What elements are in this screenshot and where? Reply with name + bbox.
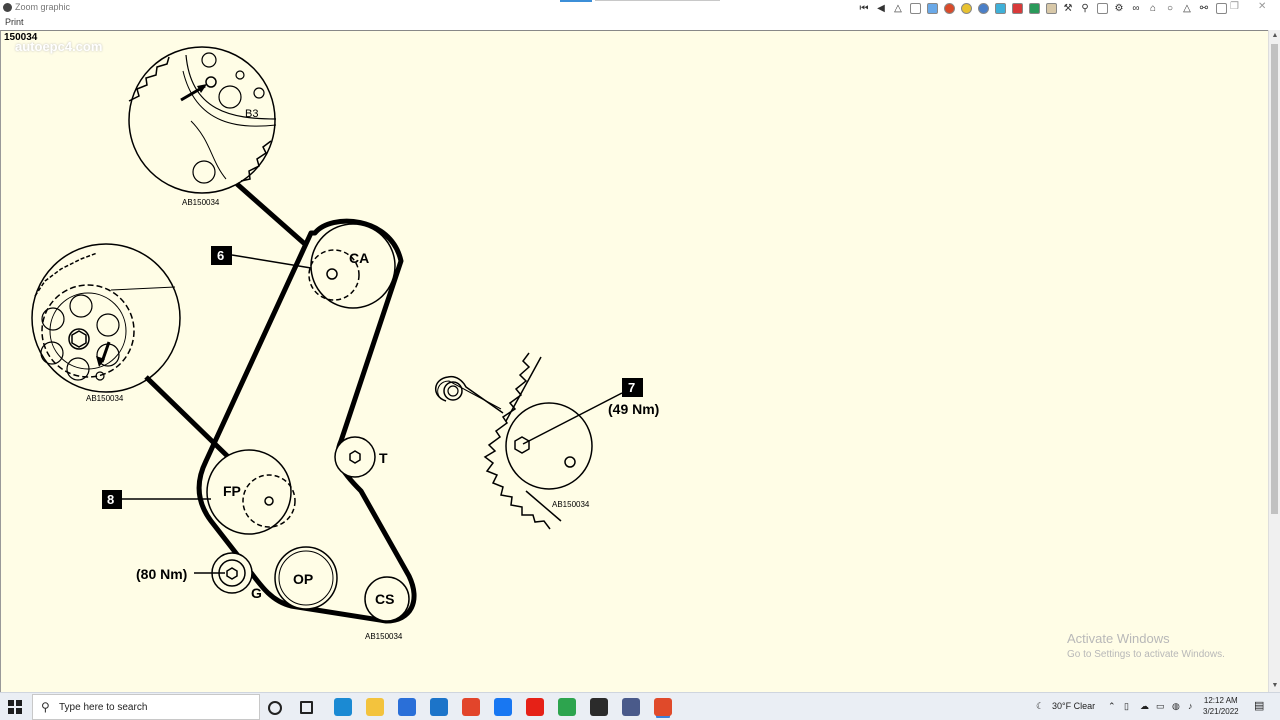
taskbar-edge-icon[interactable] — [334, 698, 352, 716]
label-b3: B3 — [245, 108, 258, 120]
cortana-icon[interactable] — [268, 701, 282, 715]
camshaft-detail-inset: B3 — [128, 46, 308, 247]
first-page-icon[interactable]: ⏮ — [856, 0, 872, 16]
search-icon: ⚲ — [41, 700, 50, 714]
flag-icon[interactable] — [1009, 0, 1025, 16]
callout-8: 8 — [102, 490, 211, 509]
label-g: G — [251, 585, 262, 601]
timing-belt-diagram: B3 CA 6 T FP 8 G (80 Nm) OP CS 7 (49 Nm)… — [31, 46, 659, 641]
clock-date: 3/21/2022 — [1203, 707, 1239, 716]
tab-strip-line — [595, 0, 720, 1]
clock-time: 12:12 AM — [1203, 696, 1238, 705]
wrench-icon[interactable]: ⚒ — [1060, 0, 1076, 16]
menu-bar: Print — [0, 16, 1280, 30]
start-windows-icon[interactable] — [8, 700, 22, 714]
label-t: T — [379, 450, 388, 466]
link-icon[interactable]: ⚯ — [1196, 0, 1212, 16]
clock[interactable]: 12:12 AM 3/21/2022 — [1203, 695, 1239, 717]
list-icon[interactable] — [1043, 0, 1059, 16]
print-icon[interactable] — [1213, 0, 1229, 16]
fuel-pump-pulley: FP — [206, 449, 296, 535]
torque-g: (80 Nm) — [136, 566, 187, 582]
search-placeholder: Type here to search — [59, 702, 148, 713]
tray-chevron-icon[interactable]: ⌃ — [1108, 701, 1116, 712]
taskbar-epc-app-icon[interactable] — [654, 698, 672, 716]
scroll-up-arrow-icon[interactable]: ▲ — [1270, 31, 1280, 41]
app-icon — [3, 3, 12, 12]
idler-g: G (80 Nm) — [136, 552, 262, 601]
weather-text[interactable]: 30°F Clear — [1052, 701, 1095, 711]
globe-icon[interactable] — [941, 0, 957, 16]
previous-icon[interactable]: ◀ — [873, 0, 889, 16]
title-bar: Zoom graphic ⏮ ◀ △ ⚒ ⚲ ⚙ ∞ ⌂ ○ △ ⚯ ❐ ✕ — [0, 0, 1280, 16]
oil-pump-pulley: OP — [274, 546, 338, 610]
taskbar-facebook-icon[interactable] — [494, 698, 512, 716]
window-title: Zoom graphic — [15, 2, 71, 12]
network-icon[interactable]: ◍ — [1172, 701, 1180, 712]
warning-icon[interactable]: △ — [890, 0, 906, 16]
volume-icon[interactable]: ♪ — [1188, 701, 1193, 711]
scroll-down-arrow-icon[interactable]: ▼ — [1270, 681, 1280, 691]
label-fp: FP — [223, 483, 241, 499]
tray-display-icon[interactable]: ▭ — [1156, 701, 1165, 712]
ref-code-right: AB150034 — [552, 500, 590, 509]
tray-device-icon[interactable]: ▯ — [1124, 701, 1129, 712]
task-view-icon[interactable] — [300, 701, 313, 714]
toolbar: ⏮ ◀ △ ⚒ ⚲ ⚙ ∞ ⌂ ○ △ ⚯ — [856, 0, 1229, 17]
menu-print[interactable]: Print — [5, 17, 24, 27]
active-tab-indicator — [560, 0, 592, 2]
scroll-thumb[interactable] — [1271, 44, 1278, 514]
ref-code-top: AB150034 — [182, 198, 220, 207]
map-icon[interactable] — [924, 0, 940, 16]
gauge-icon[interactable] — [992, 0, 1008, 16]
document-icon[interactable] — [907, 0, 923, 16]
taskbar-terminal-icon[interactable] — [590, 698, 608, 716]
close-icon[interactable]: ✕ — [1258, 1, 1266, 12]
settings-icon[interactable] — [958, 0, 974, 16]
crankshaft-detail-inset — [31, 243, 253, 481]
tensioner-t: T — [334, 436, 388, 478]
taskbar-office-icon[interactable] — [462, 698, 480, 716]
weather-icon: ☾ — [1036, 701, 1045, 711]
taskbar-youtube-icon[interactable] — [526, 698, 544, 716]
book-icon[interactable] — [1026, 0, 1042, 16]
car-icon[interactable]: ⌂ — [1145, 0, 1161, 16]
filter-icon[interactable]: ⚲ — [1077, 0, 1093, 16]
notification-icon[interactable]: ▤ — [1254, 699, 1264, 712]
ref-code-left: AB150034 — [86, 394, 124, 403]
taskbar-search[interactable]: ⚲ Type here to search — [32, 694, 260, 720]
taskbar-mail-icon[interactable] — [430, 698, 448, 716]
graphic-viewer: 150034 autoepc4.com B3 CA 6 T FP 8 G (80… — [0, 30, 1268, 692]
chain-icon[interactable]: ∞ — [1128, 0, 1144, 16]
bulb-icon[interactable]: ○ — [1162, 0, 1178, 16]
label-cs: CS — [375, 591, 394, 607]
tools-icon[interactable]: ⚙ — [1111, 0, 1127, 16]
activate-subtitle: Go to Settings to activate Windows. — [1067, 649, 1225, 660]
crankshaft-pulley: CS — [364, 576, 410, 622]
activate-title: Activate Windows — [1067, 631, 1170, 646]
vertical-scrollbar[interactable]: ▲ ▼ — [1268, 30, 1280, 692]
camshaft-pulley: CA — [308, 223, 396, 309]
taskbar-app-globe-icon[interactable] — [622, 698, 640, 716]
restore-icon[interactable]: ❐ — [1230, 1, 1239, 12]
clock-icon[interactable] — [975, 0, 991, 16]
tray-onedrive-icon[interactable]: ☁ — [1140, 701, 1149, 712]
taskbar-file-explorer-icon[interactable] — [366, 698, 384, 716]
label-ca: CA — [349, 250, 369, 266]
tensioner-detail: 7 (49 Nm) — [435, 352, 659, 530]
label-op: OP — [293, 571, 313, 587]
callout-8-label: 8 — [107, 492, 114, 507]
alert-icon[interactable]: △ — [1179, 0, 1195, 16]
callout-6-label: 6 — [217, 248, 224, 263]
taskbar-chrome-icon[interactable] — [558, 698, 576, 716]
taskbar-store-icon[interactable] — [398, 698, 416, 716]
ref-code-bottom: AB150034 — [365, 632, 403, 641]
taskbar: ⚲ Type here to search ☾ 30°F Clear ⌃ ▯ ☁… — [0, 692, 1280, 720]
activate-windows-notice: Activate Windows Go to Settings to activ… — [1067, 631, 1225, 660]
callout-7-label: 7 — [628, 380, 635, 395]
frame-icon[interactable] — [1094, 0, 1110, 16]
torque-7: (49 Nm) — [608, 401, 659, 417]
